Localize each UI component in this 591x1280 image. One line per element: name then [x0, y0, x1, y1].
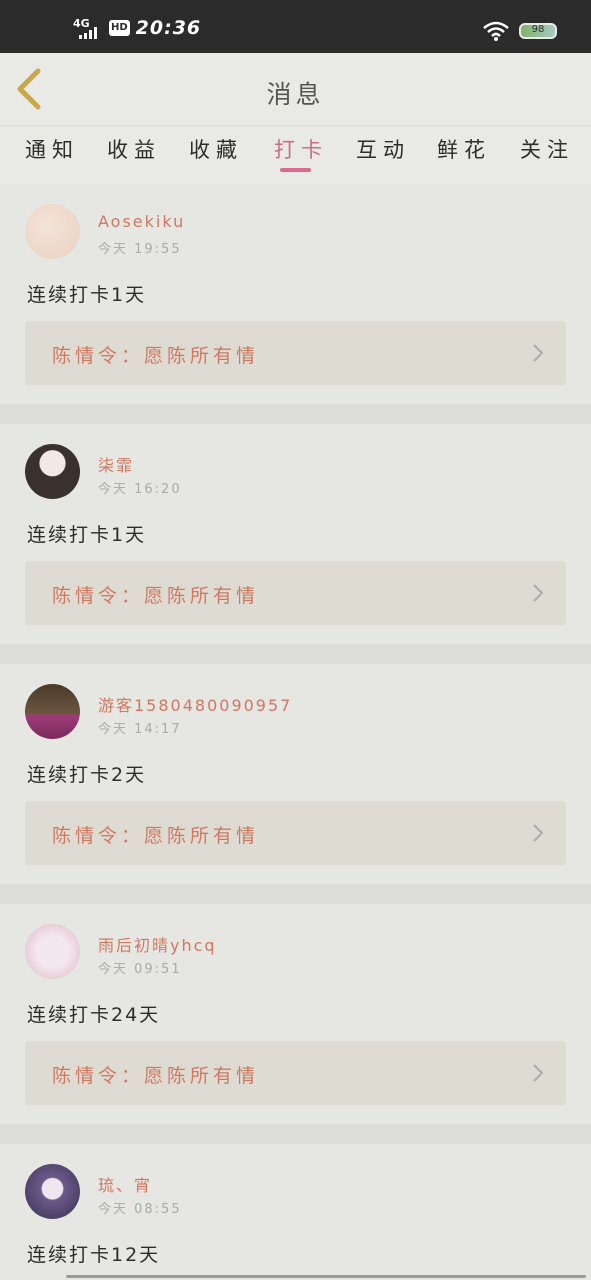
drama-title: 陈情令：愿陈所有情	[52, 585, 260, 607]
drama-link[interactable]: 陈情令：愿陈所有情	[25, 801, 566, 865]
avatar[interactable]	[25, 444, 80, 499]
status-right: 98	[483, 21, 557, 41]
page-title: 消息	[266, 80, 325, 109]
clock: 20:36	[135, 17, 202, 39]
tab-notice[interactable]: 通知	[25, 134, 79, 164]
checkin-item: Aosekiku 今天 19:55 连续打卡1天 陈情令：愿陈所有情	[0, 184, 591, 404]
user-name[interactable]: Aosekiku	[98, 212, 185, 231]
checkin-time: 今天 16:20	[98, 482, 182, 497]
battery-icon: 98	[519, 23, 557, 39]
hd-badge: HD	[109, 20, 130, 36]
avatar[interactable]	[25, 924, 80, 979]
user-name[interactable]: 雨后初晴yhcq	[98, 932, 217, 956]
user-name[interactable]: 柒霏	[98, 452, 134, 476]
checkin-item: 柒霏 今天 16:20 连续打卡1天 陈情令：愿陈所有情	[0, 424, 591, 644]
avatar[interactable]	[25, 204, 80, 259]
tab-earnings[interactable]: 收益	[107, 134, 161, 164]
divider	[0, 644, 591, 664]
drama-title: 陈情令：愿陈所有情	[52, 345, 260, 367]
battery-level: 98	[531, 24, 545, 35]
tab-follow[interactable]: 关注	[520, 134, 574, 164]
divider	[0, 1124, 591, 1144]
active-tab-indicator	[280, 168, 311, 172]
tab-flowers[interactable]: 鲜花	[437, 134, 491, 164]
chevron-right-icon	[533, 1064, 544, 1082]
checkin-streak: 连续打卡2天	[27, 764, 147, 786]
drama-link[interactable]: 陈情令：愿陈所有情	[25, 1041, 566, 1105]
cellular-signal-icon: 4G	[73, 17, 103, 39]
status-left: 4G HD 20:36	[73, 17, 201, 39]
chevron-right-icon	[533, 344, 544, 362]
checkin-time: 今天 14:17	[98, 722, 182, 737]
checkin-time: 今天 09:51	[98, 962, 182, 977]
divider	[0, 404, 591, 424]
avatar[interactable]	[25, 684, 80, 739]
divider	[0, 884, 591, 904]
drama-link[interactable]: 陈情令：愿陈所有情	[25, 561, 566, 625]
wifi-icon	[483, 21, 509, 41]
tab-bar: 通知 收益 收藏 打卡 互动 鲜花 关注	[0, 125, 591, 184]
drama-link[interactable]: 陈情令：愿陈所有情	[25, 321, 566, 385]
checkin-streak: 连续打卡1天	[27, 524, 147, 546]
checkin-item: 游客1580480090957 今天 14:17 连续打卡2天 陈情令：愿陈所有…	[0, 664, 591, 884]
tab-checkin[interactable]: 打卡	[274, 134, 328, 164]
checkin-item: 琉、宵 今天 08:55 连续打卡12天	[0, 1144, 591, 1280]
home-indicator	[66, 1275, 586, 1278]
app-header: 消息	[0, 53, 591, 125]
checkin-item: 雨后初晴yhcq 今天 09:51 连续打卡24天 陈情令：愿陈所有情	[0, 904, 591, 1124]
checkin-time: 今天 08:55	[98, 1202, 182, 1217]
checkin-streak: 连续打卡1天	[27, 284, 147, 306]
tab-favorites[interactable]: 收藏	[189, 134, 243, 164]
drama-title: 陈情令：愿陈所有情	[52, 1065, 260, 1087]
user-name[interactable]: 游客1580480090957	[98, 692, 292, 716]
checkin-time: 今天 19:55	[98, 242, 182, 257]
chevron-right-icon	[533, 824, 544, 842]
status-bar: 4G HD 20:36 98	[0, 0, 591, 53]
drama-title: 陈情令：愿陈所有情	[52, 825, 260, 847]
avatar[interactable]	[25, 1164, 80, 1219]
tab-interaction[interactable]: 互动	[356, 134, 410, 164]
checkin-streak: 连续打卡24天	[27, 1004, 161, 1026]
checkin-streak: 连续打卡12天	[27, 1244, 161, 1266]
user-name[interactable]: 琉、宵	[98, 1172, 152, 1196]
chevron-right-icon	[533, 584, 544, 602]
